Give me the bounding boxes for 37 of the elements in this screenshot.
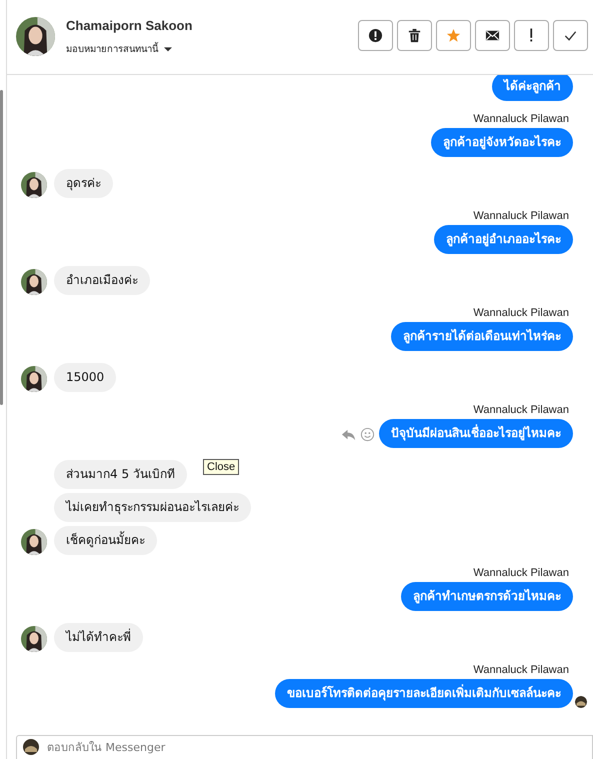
message-bubble: ลูกค้าทำเกษตรกรด้วยไหมคะ [401,582,573,611]
emoji-icon[interactable] [360,427,375,442]
message-bubble: ลูกค้าอยู่อำเภออะไรคะ [434,225,573,254]
message-bubble: ขอเบอร์โทรติดต่อคุยรายละเอียดเพิ่มเติมกับเซลล์นะคะ [275,679,573,708]
star-button[interactable] [436,20,471,50]
trash-icon [407,28,422,42]
exclamation-icon [530,28,533,42]
contact-name: Chamaiporn Sakoon [66,18,194,33]
tooltip: Close [203,459,240,475]
message-bubble: 15000 [54,363,116,392]
done-button[interactable] [553,20,588,50]
sender-name: Wannaluck Pilawan [473,567,569,579]
delete-button[interactable] [397,20,432,50]
sender-name: Wannaluck Pilawan [473,664,569,676]
message-bubble: ไม่เคยทำธุระกรรมผ่อนอะไรเลยค่ะ [54,493,251,522]
star-icon [446,28,461,42]
caret-icon [163,44,173,52]
assign-dropdown[interactable]: มอบหมายการสนทนานี้ [66,41,173,56]
message-bubble: ปัจุบันมีผ่อนสินเชื่ออะไรอยู่ไหมคะ [379,419,573,448]
reply-field[interactable]: ตอบกลับใน Messenger [16,735,593,759]
sender-name: Wannaluck Pilawan [473,113,569,125]
scrollbar[interactable] [0,90,3,405]
alert-button[interactable] [358,20,393,50]
message-bubble: ลูกค้าอยู่จังหวัดอะไรคะ [431,128,573,157]
message-bubble: เช็คดูก่อนมั้ยคะ [54,526,157,555]
message-bubble: อุดรค่ะ [54,169,113,198]
sender-name: Wannaluck Pilawan [473,404,569,416]
message-bubble: อำเภอเมืองค่ะ [54,266,150,295]
message-bubble: ส่วนมาก4 5 วันเบิกที [54,460,187,489]
message-bubble: ลูกค้ารายได้ต่อเดือนเท่าไหร่คะ [391,322,573,351]
reply-icon[interactable] [341,427,356,442]
sender-name: Wannaluck Pilawan [473,210,569,222]
mail-button[interactable] [475,20,510,50]
message-bubble: ไม่ได้ทำคะพี่ [54,623,143,652]
sender-name: Wannaluck Pilawan [473,307,569,319]
alert-icon [368,28,383,42]
message-bubble: ได้ค่ะลูกค้า [492,75,573,101]
